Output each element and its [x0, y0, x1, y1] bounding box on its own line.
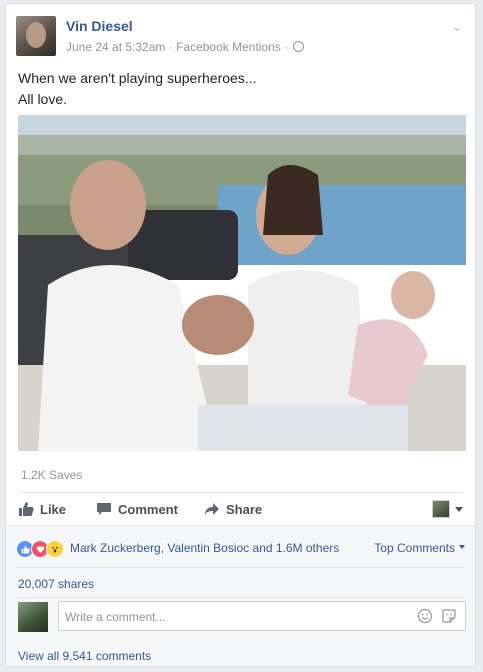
post-card: Vin Diesel June 24 at 5:32am · Facebook … [5, 3, 476, 667]
divider [16, 567, 465, 568]
meta-separator: · [165, 40, 177, 54]
author-avatar[interactable] [16, 16, 56, 56]
share-button[interactable]: Share [204, 501, 262, 517]
reaction-icons[interactable] [16, 540, 64, 558]
shares-count[interactable]: 20,007 shares [18, 577, 94, 591]
caret-down-icon [459, 545, 465, 549]
author-name[interactable]: Vin Diesel [66, 18, 133, 34]
commenter-avatar [18, 602, 48, 632]
saves-count: 1.2K Saves [21, 468, 83, 482]
like-button[interactable]: Like [18, 501, 66, 517]
post-text: When we aren't playing superheroes... Al… [18, 68, 256, 110]
comment-placeholder: Write a comment... [65, 610, 166, 624]
top-comments-label: Top Comments [374, 541, 455, 555]
like-label: Like [40, 501, 67, 517]
meta-separator: · [280, 40, 292, 54]
post-meta: June 24 at 5:32am · Facebook Mentions · [66, 40, 305, 54]
comment-button[interactable]: Comment [96, 501, 178, 517]
globe-icon [293, 41, 305, 52]
comment-input[interactable]: Write a comment... [58, 601, 466, 631]
post-via[interactable]: Facebook Mentions [176, 40, 281, 54]
thumbs-up-icon [19, 502, 34, 516]
feedback-section: Mark Zuckerberg, Valentin Bosioc and 1.6… [6, 525, 475, 666]
caret-down-icon [455, 506, 463, 512]
post-text-line: All love. [18, 91, 68, 107]
family-photo-image [18, 115, 466, 451]
share-label: Share [226, 501, 263, 517]
user-avatar-mini [432, 500, 450, 518]
share-arrow-icon [205, 503, 219, 515]
divider [16, 597, 465, 598]
comment-label: Comment [118, 501, 178, 517]
sticker-icon[interactable] [441, 608, 457, 624]
post-as-selector[interactable] [432, 500, 463, 518]
post-date[interactable]: June 24 at 5:32am [66, 40, 165, 54]
chevron-down-icon[interactable]: ⌄ [451, 18, 463, 35]
comment-icon [97, 503, 111, 515]
divider [18, 492, 463, 493]
reaction-summary[interactable]: Mark Zuckerberg, Valentin Bosioc and 1.6… [70, 541, 339, 555]
view-all-comments-link[interactable]: View all 9,541 comments [18, 649, 151, 663]
wow-reaction-icon [46, 540, 64, 558]
top-comments-dropdown[interactable]: Top Comments [374, 541, 465, 555]
post-photo[interactable] [18, 115, 466, 451]
post-text-line: When we aren't playing superheroes... [18, 70, 257, 86]
emoji-icon[interactable] [417, 608, 433, 624]
